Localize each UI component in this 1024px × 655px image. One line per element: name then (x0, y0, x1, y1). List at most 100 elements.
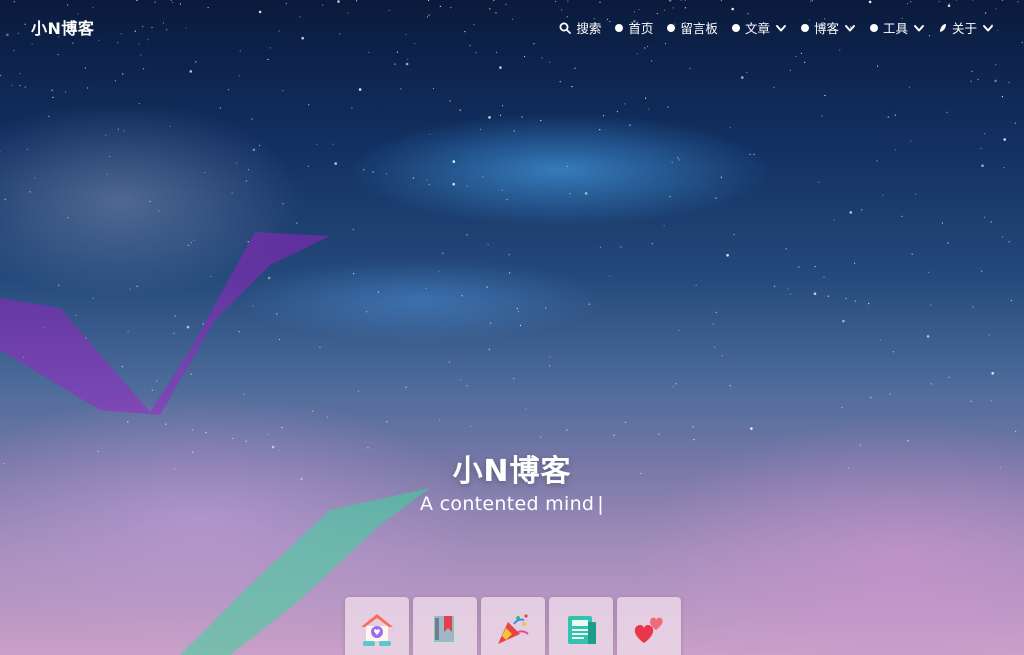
star (648, 108, 650, 110)
star (603, 115, 605, 117)
star (84, 67, 86, 69)
star (357, 390, 359, 392)
star (490, 322, 492, 324)
nav-item-blog[interactable]: 博客 (800, 18, 856, 37)
star (353, 273, 355, 275)
star (749, 153, 751, 155)
star (425, 287, 427, 289)
nav-item-guestbook[interactable]: 留言板 (667, 18, 718, 37)
star (787, 288, 789, 290)
star (461, 295, 463, 297)
hero-background: 小N博客 搜索 首页 留言板 文章 博客 工具 关于 小N博客 A conten… (0, 0, 1024, 655)
star (432, 87, 435, 90)
star (143, 68, 145, 70)
site-brand[interactable]: 小N博客 (31, 15, 94, 39)
nav-item-articles[interactable]: 文章 (731, 18, 787, 37)
star (549, 61, 551, 63)
star (901, 215, 903, 217)
star (106, 173, 108, 175)
star (651, 243, 653, 245)
star (988, 334, 990, 336)
nav-menu: 搜索 首页 留言板 文章 博客 工具 关于 (559, 18, 994, 37)
star (75, 314, 77, 316)
star (854, 300, 856, 302)
star (243, 393, 245, 395)
party-popper-icon (498, 614, 529, 644)
star (466, 185, 468, 187)
nav-item-label: 留言板 (680, 21, 718, 36)
star (928, 271, 930, 273)
star (267, 58, 269, 61)
star (827, 295, 830, 297)
blog-dot-icon (800, 23, 809, 32)
decorative-ribbons (0, 232, 430, 655)
star (970, 80, 972, 82)
hero-subtitle: A contented mind | (0, 493, 1024, 515)
shortcut-home[interactable]: ♥ (345, 597, 409, 655)
star (319, 346, 321, 348)
star (946, 111, 948, 113)
star (442, 252, 444, 254)
top-nav: 小N博客 搜索 首页 留言板 文章 博客 工具 关于 (0, 0, 1024, 52)
star (508, 253, 510, 256)
star (789, 69, 792, 71)
star (525, 408, 527, 410)
star (541, 57, 543, 59)
nav-item-label: 搜索 (576, 21, 602, 36)
star (1002, 236, 1004, 238)
star (845, 297, 847, 300)
star (109, 155, 111, 158)
star (907, 440, 909, 442)
star (715, 197, 717, 199)
star (693, 439, 695, 441)
shortcut-celebrate[interactable] (481, 597, 545, 655)
star (247, 241, 249, 243)
star (247, 169, 250, 171)
star (78, 391, 80, 393)
star (559, 81, 561, 83)
star (105, 134, 107, 136)
star (43, 326, 45, 329)
star (85, 337, 87, 339)
star (970, 400, 972, 402)
star (312, 410, 314, 412)
nav-item-search[interactable]: 搜索 (559, 18, 601, 37)
star (332, 143, 334, 145)
star (122, 73, 124, 75)
star (29, 191, 31, 193)
nav-item-about[interactable]: 关于 (939, 18, 994, 37)
hero-title: 小N博客 (452, 454, 572, 489)
star (123, 130, 125, 132)
star (971, 70, 973, 72)
typing-cursor: | (597, 493, 604, 515)
typed-subtitle: A contented mind (420, 493, 595, 515)
star (569, 193, 571, 195)
star (412, 177, 414, 179)
star (51, 89, 53, 91)
nav-item-tools[interactable]: 工具 (869, 18, 925, 37)
star (334, 162, 338, 165)
star (795, 55, 797, 57)
star (169, 125, 171, 127)
star (675, 383, 677, 385)
star (479, 128, 482, 130)
star (571, 86, 573, 88)
star (981, 164, 984, 167)
shortcut-news[interactable] (549, 597, 613, 655)
shortcut-favorites[interactable] (617, 597, 681, 655)
star (990, 400, 993, 402)
star (868, 303, 870, 305)
star (620, 246, 622, 248)
star (910, 140, 912, 142)
star (251, 118, 253, 120)
star (721, 355, 723, 357)
shortcut-bookmarks[interactable] (413, 597, 477, 655)
star (545, 307, 547, 309)
star (452, 182, 456, 186)
star (482, 176, 484, 178)
star (882, 194, 884, 196)
star (1015, 431, 1017, 433)
star (753, 153, 755, 155)
nav-item-home[interactable]: 首页 (615, 18, 653, 37)
star (509, 272, 511, 274)
